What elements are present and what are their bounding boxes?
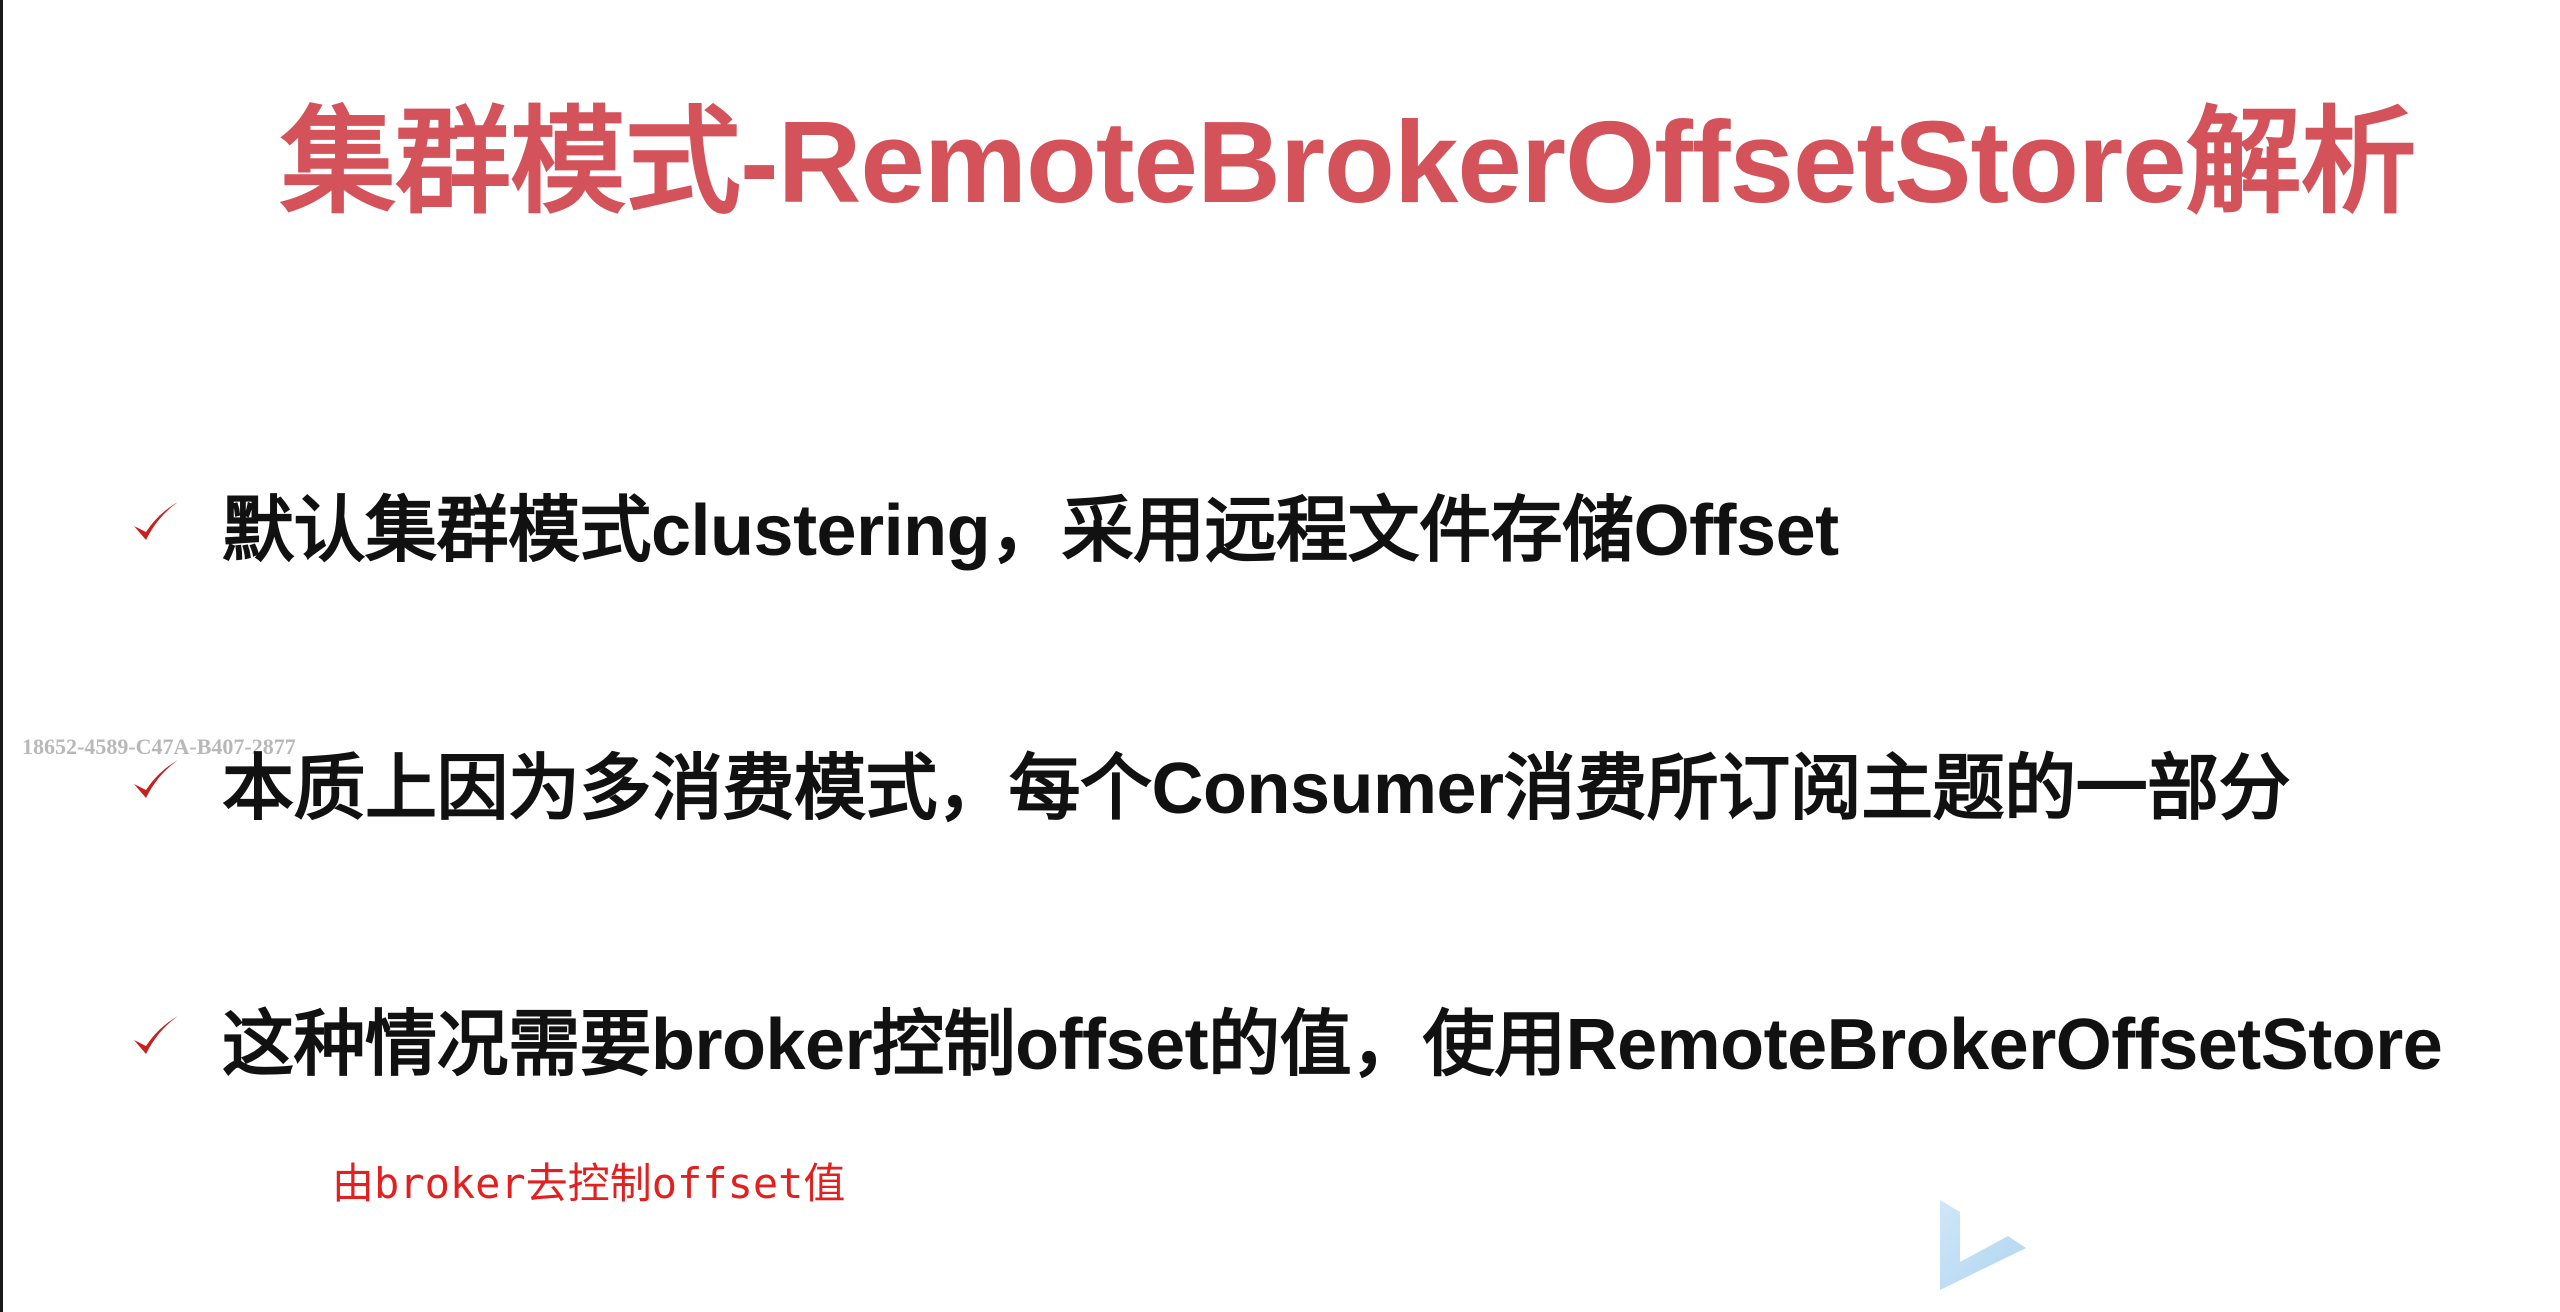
- annotation-note: 由broker去控制offset值: [332, 1159, 846, 1208]
- bullet-text: 默认集群模式clustering，采用远程文件存储Offset: [222, 490, 1839, 571]
- slide-left-border: [0, 0, 3, 1312]
- bullet-item-1: 默认集群模式clustering，采用远程文件存储Offset: [128, 478, 1839, 571]
- play-logo-icon: [1940, 1200, 2026, 1290]
- bullet-item-2: 本质上因为多消费模式，每个Consumer消费所订阅主题的一部分: [128, 736, 2291, 829]
- bullet-item-3: 这种情况需要broker控制offset的值，使用RemoteBrokerOff…: [128, 992, 2443, 1085]
- slide: 集群模式-RemoteBrokerOffsetStore解析 默认集群模式clu…: [0, 0, 2560, 1312]
- checkmark-icon: [134, 760, 178, 798]
- checkmark-icon: [134, 502, 178, 540]
- bullet-text: 本质上因为多消费模式，每个Consumer消费所订阅主题的一部分: [222, 748, 2291, 829]
- slide-title: 集群模式-RemoteBrokerOffsetStore解析: [280, 97, 2417, 227]
- checkmark-icon: [134, 1016, 178, 1054]
- bullet-text: 这种情况需要broker控制offset的值，使用RemoteBrokerOff…: [222, 1004, 2443, 1085]
